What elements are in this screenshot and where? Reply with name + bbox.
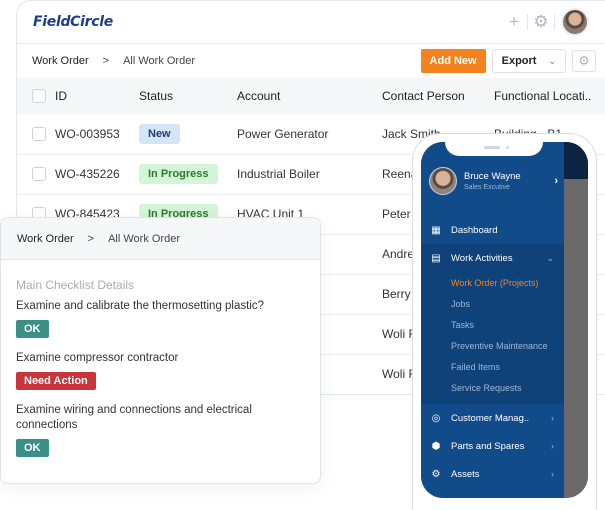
cell-account: Power Generator: [237, 126, 329, 141]
chevron-down-icon: ⌄: [548, 55, 556, 66]
export-label: Export: [501, 55, 537, 67]
divider: [554, 14, 555, 30]
breadcrumb-current: All Work Order: [108, 232, 180, 245]
drawer-item[interactable]: ⬢ Parts and Spares ›: [421, 432, 564, 460]
status-badge: New: [139, 123, 180, 144]
cell-id[interactable]: WO-003953: [55, 114, 139, 154]
checklist-header: Work Order > All Work Order: [1, 218, 320, 260]
profile-avatar: [429, 167, 457, 195]
chevron-icon: ›: [551, 469, 554, 479]
top-bar: FieldCircle + ⚙: [17, 1, 605, 44]
sub-bar: Work Order > All Work Order Add New Expo…: [17, 44, 605, 78]
column-header[interactable]: Contact Person: [382, 78, 494, 114]
menu-icon: ▥: [430, 497, 442, 499]
user-name: Bruce Wayne: [464, 171, 521, 182]
result-badge[interactable]: OK: [16, 320, 49, 338]
drawer-menu: ▦ Dashboard ▤ Work Activities ⌄ Work Order (P…: [421, 216, 564, 498]
breadcrumb-parent[interactable]: Work Order: [32, 55, 89, 67]
breadcrumb-separator: >: [87, 232, 95, 245]
result-badge[interactable]: OK: [16, 439, 49, 457]
column-header[interactable]: ID: [55, 78, 139, 114]
breadcrumb-parent[interactable]: Work Order: [17, 233, 74, 245]
gear-icon[interactable]: ⚙: [528, 12, 554, 32]
submenu-item[interactable]: Tasks: [421, 314, 564, 335]
status-badge: In Progress: [139, 164, 218, 184]
top-actions: + ⚙: [501, 8, 589, 36]
submenu-item[interactable]: Preventive Maintenance: [421, 335, 564, 356]
plus-icon[interactable]: +: [501, 12, 527, 32]
checklist-question: Examine wiring and connections and elect…: [16, 404, 252, 431]
submenu-item[interactable]: Failed Items: [421, 356, 564, 377]
fieldcircle-logo[interactable]: FieldCircle: [33, 14, 113, 30]
menu-icon: ◎: [431, 412, 441, 424]
chevron-icon: ›: [551, 413, 554, 423]
menu-icon: ⬢: [431, 440, 441, 452]
checklist-item: Examine compressor contractor Need Action: [16, 351, 305, 403]
checklist-card: Work Order > All Work Order Main Checkli…: [0, 217, 321, 484]
select-all-checkbox[interactable]: [32, 89, 46, 104]
work-activities-submenu: Work Order (Projects) Jobs Tasks Preventive…: [421, 272, 564, 404]
menu-icon: ▦: [431, 224, 441, 236]
chevron-icon: ⌄: [546, 252, 554, 263]
drawer-item[interactable]: ▥ Elevators: [421, 488, 564, 499]
row-checkbox[interactable]: [32, 127, 46, 142]
menu-icon: ▤: [431, 252, 441, 264]
drawer-item[interactable]: ⚙ Assets ›: [421, 460, 564, 488]
user-profile[interactable]: Bruce Wayne Sales Excutive ›: [429, 167, 562, 195]
drawer-item-label: Assets: [451, 468, 480, 480]
stage: FieldCircle + ⚙ Work Order > All Work Or…: [0, 0, 605, 510]
drawer-item[interactable]: ▤ Work Activities ⌄: [421, 244, 564, 272]
map-background: [564, 142, 588, 498]
column-header[interactable]: Account: [237, 78, 382, 114]
checklist-title: Main Checklist Details: [16, 278, 135, 292]
checklist-question: Examine compressor contractor: [16, 352, 179, 364]
nav-drawer: Bruce Wayne Sales Excutive › ▦ Dashboard ▤…: [421, 142, 564, 498]
drawer-item-label: Dashboard: [451, 224, 498, 236]
add-new-button[interactable]: Add New: [420, 49, 486, 73]
submenu-item[interactable]: Work Order (Projects): [421, 272, 564, 293]
checklist-item: Examine wiring and connections and elect…: [16, 403, 305, 470]
breadcrumb-separator: >: [102, 55, 110, 67]
chevron-icon: ›: [551, 441, 554, 451]
column-header[interactable]: Status: [139, 78, 237, 114]
drawer-item[interactable]: ◎ Customer Manag.. ›: [421, 404, 564, 432]
phone-mockup: Bruce Wayne Sales Excutive › ▦ Dashboard ▤…: [412, 133, 597, 510]
drawer-item[interactable]: ▦ Dashboard: [421, 216, 564, 244]
drawer-item-label: Work Activities: [451, 252, 513, 264]
phone-notch: [445, 142, 543, 156]
table-settings-button[interactable]: ⚙: [572, 50, 596, 72]
export-button[interactable]: Export ⌄: [491, 49, 566, 73]
checklist-body: Main Checklist Details Examine and calib…: [1, 260, 320, 483]
cell-account: Industrial Boiler: [237, 167, 320, 181]
table-header: ID Status Account Contact Person Functio…: [17, 78, 605, 114]
drawer-item-label: Parts and Spares: [451, 440, 525, 452]
phone-screen: Bruce Wayne Sales Excutive › ▦ Dashboard ▤…: [421, 142, 588, 498]
menu-icon: ⚙: [431, 468, 441, 480]
column-header[interactable]: Functional Locati..: [494, 78, 605, 114]
gear-icon: ⚙: [578, 53, 590, 68]
user-role: Sales Excutive: [464, 184, 510, 191]
checklist-question: Examine and calibrate the thermosetting …: [16, 300, 265, 312]
checklist-item: Examine and calibrate the thermosetting …: [16, 299, 305, 351]
drawer-item-label: Customer Manag..: [451, 412, 530, 424]
submenu-item[interactable]: Service Requests: [421, 377, 564, 398]
cell-id[interactable]: WO-435226: [55, 154, 139, 194]
toolbar: Add New Export ⌄ ⚙: [420, 49, 596, 73]
result-badge[interactable]: Need Action: [16, 372, 96, 390]
breadcrumb-current: All Work Order: [123, 55, 195, 67]
drawer-item-label: Elevators: [451, 497, 491, 499]
row-checkbox[interactable]: [32, 167, 46, 182]
chevron-right-icon: ›: [554, 175, 558, 187]
user-avatar[interactable]: [561, 8, 589, 36]
submenu-item[interactable]: Jobs: [421, 293, 564, 314]
